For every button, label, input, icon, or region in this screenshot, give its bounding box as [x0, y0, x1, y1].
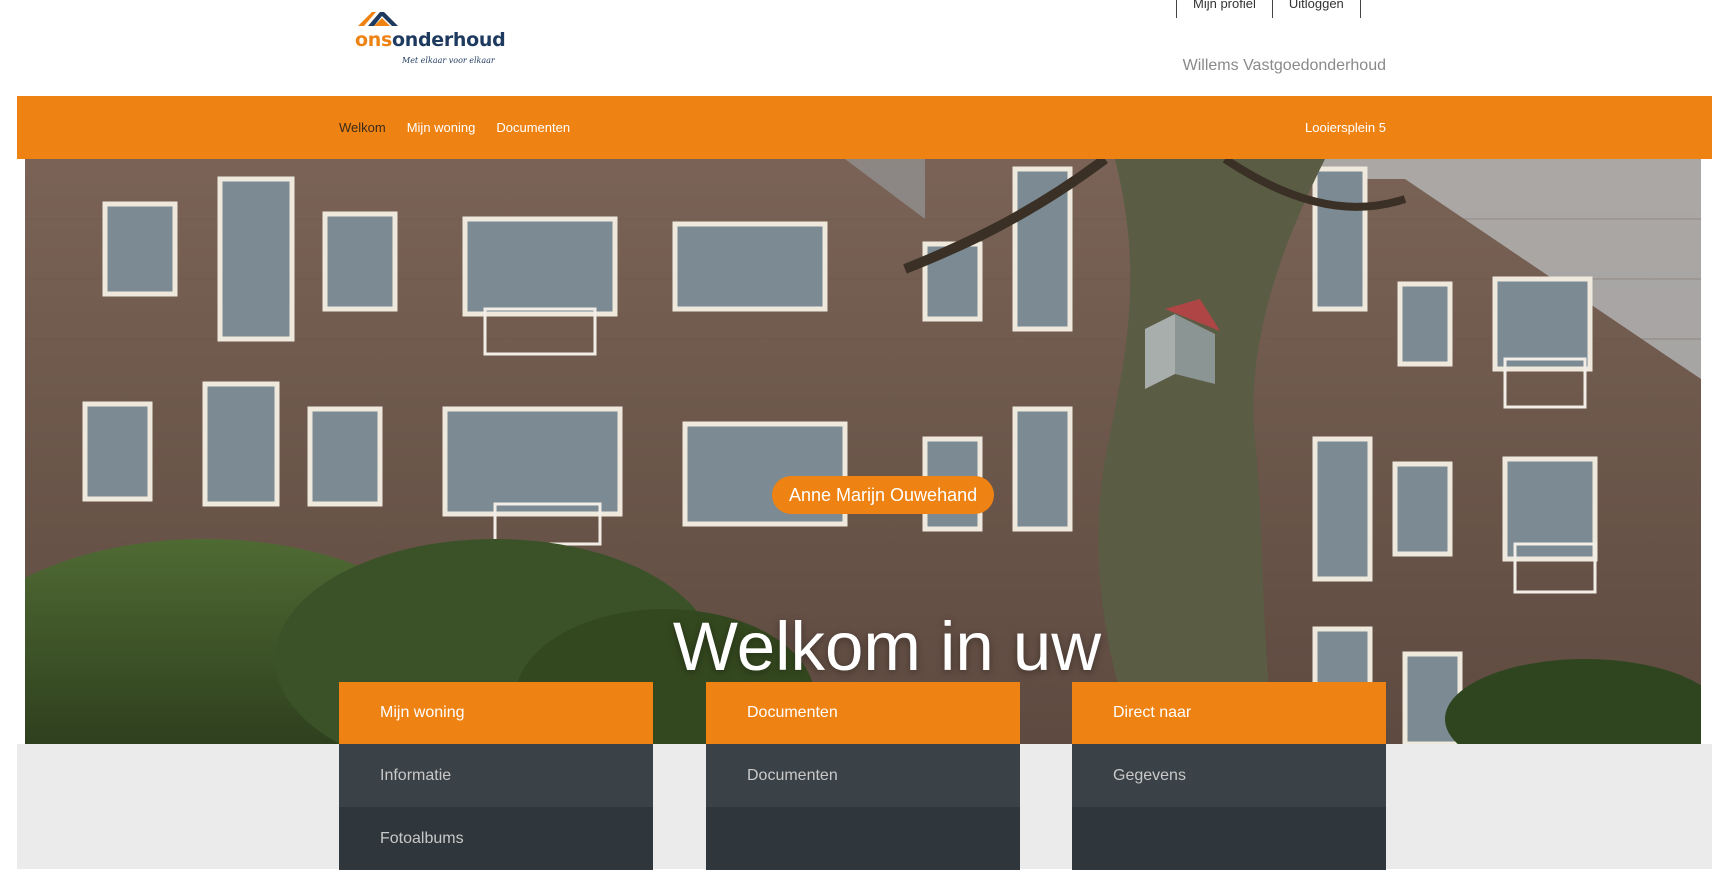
card-title: Direct naar: [1072, 682, 1386, 744]
card-title: Documenten: [706, 682, 1020, 744]
card-documenten: Documenten Documenten: [706, 682, 1020, 870]
hero-banner: Anne Marijn Ouwehand Welkom in uw dossie…: [25, 159, 1701, 744]
house-roof-icon: [358, 12, 398, 26]
card-link-gegevens[interactable]: Gegevens: [1072, 744, 1386, 807]
card-link-fotoalbums[interactable]: Fotoalbums: [339, 807, 653, 870]
company-name: Willems Vastgoedonderhoud: [1182, 57, 1386, 74]
main-navbar: Welkom Mijn woning Documenten Looiersple…: [17, 96, 1712, 159]
user-links: Mijn profiel Uitloggen: [1176, 0, 1361, 19]
card-row-empty: [1072, 807, 1386, 870]
nav-item-welkom[interactable]: Welkom: [339, 120, 386, 135]
card-title: Mijn woning: [339, 682, 653, 744]
logout-link[interactable]: Uitloggen: [1271, 0, 1361, 18]
nav-item-documenten[interactable]: Documenten: [496, 120, 570, 135]
logo-wordmark: onsonderhoud: [355, 29, 506, 51]
nav-item-mijn-woning[interactable]: Mijn woning: [407, 120, 476, 135]
nav-address: Looiersplein 5: [1305, 120, 1386, 135]
card-row-empty: [706, 807, 1020, 870]
card-link-informatie[interactable]: Informatie: [339, 744, 653, 807]
profile-link[interactable]: Mijn profiel: [1176, 0, 1272, 18]
nav-menu: Welkom Mijn woning Documenten: [339, 96, 591, 159]
card-mijn-woning: Mijn woning Informatie Fotoalbums: [339, 682, 653, 870]
card-link-documenten[interactable]: Documenten: [706, 744, 1020, 807]
card-direct-naar: Direct naar Gegevens: [1072, 682, 1386, 870]
resident-name-pill: Anne Marijn Ouwehand: [772, 476, 995, 514]
logo-tagline: Met elkaar voor elkaar: [402, 56, 495, 65]
brand-logo[interactable]: onsonderhoud Met elkaar voor elkaar: [354, 8, 506, 70]
